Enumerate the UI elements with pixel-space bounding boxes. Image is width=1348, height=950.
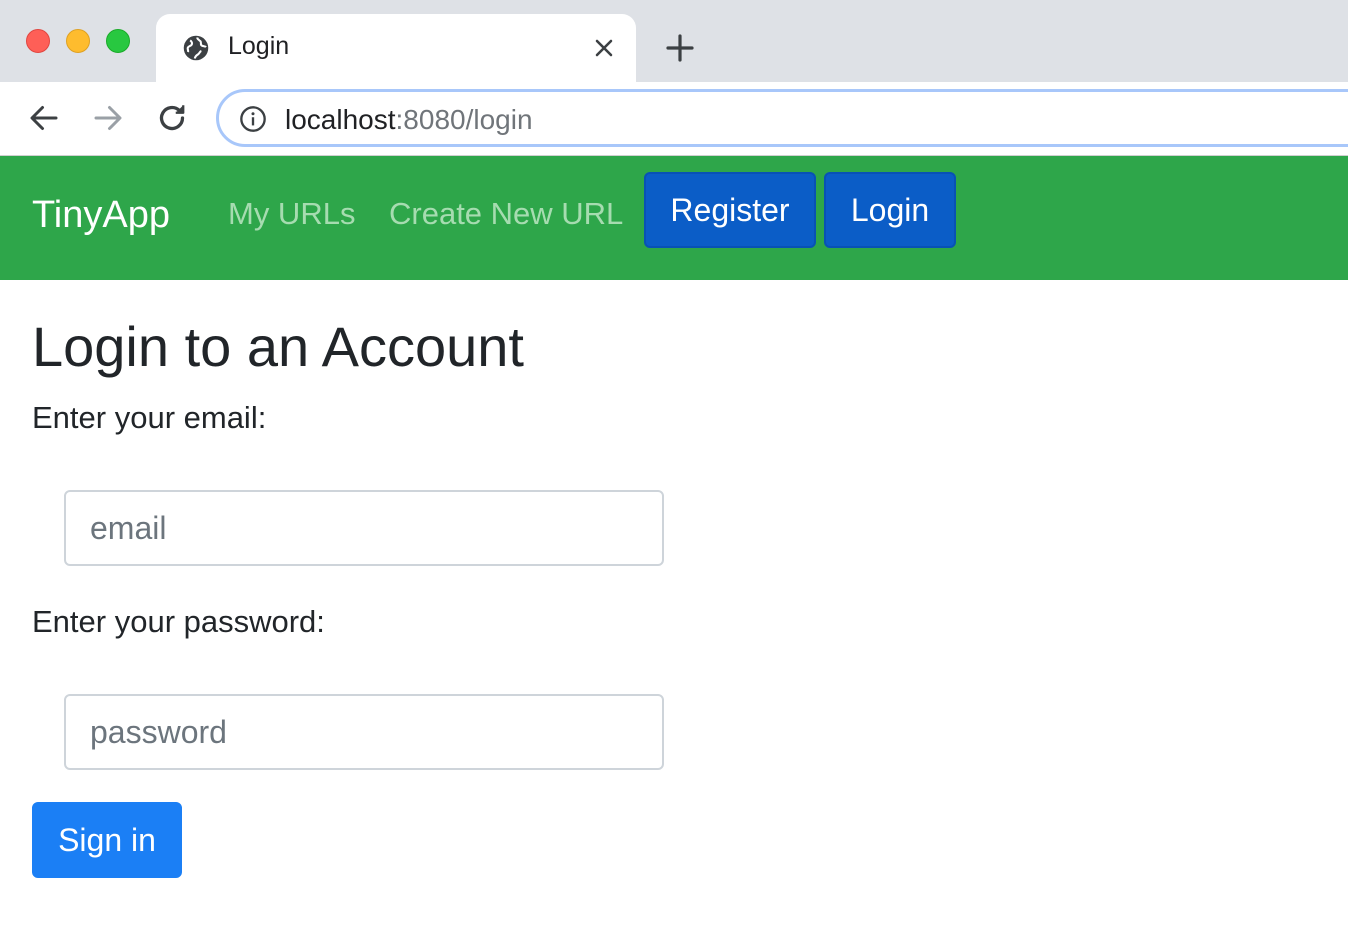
url-host: localhost xyxy=(285,104,396,135)
browser-tab-strip: Login xyxy=(0,0,1348,82)
window-minimize-button[interactable] xyxy=(66,29,90,53)
register-button[interactable]: Register xyxy=(644,172,816,248)
browser-tab[interactable]: Login xyxy=(156,14,636,82)
url-path: :8080/login xyxy=(395,104,533,135)
address-url[interactable]: localhost:8080/login xyxy=(285,104,533,136)
arrow-right-icon[interactable] xyxy=(90,100,126,136)
app-navbar: TinyApp My URLs Create New URL Register … xyxy=(0,156,1348,280)
arrow-left-icon[interactable] xyxy=(26,100,62,136)
brand-link[interactable]: TinyApp xyxy=(32,194,170,237)
plus-icon[interactable] xyxy=(664,32,696,64)
nav-link-create-new-url[interactable]: Create New URL xyxy=(389,196,623,232)
password-label: Enter your password: xyxy=(32,604,325,639)
close-icon[interactable] xyxy=(590,34,618,62)
window-close-button[interactable] xyxy=(26,29,50,53)
nav-link-my-urls[interactable]: My URLs xyxy=(228,196,355,232)
login-button[interactable]: Login xyxy=(824,172,956,248)
globe-icon xyxy=(182,34,210,62)
email-field[interactable] xyxy=(64,490,664,566)
email-label: Enter your email: xyxy=(32,400,267,435)
sign-in-button[interactable]: Sign in xyxy=(32,802,182,878)
browser-toolbar: localhost:8080/login xyxy=(0,82,1348,156)
address-bar[interactable]: localhost:8080/login xyxy=(216,89,1348,147)
page-title: Login to an Account xyxy=(32,315,524,378)
tab-title: Login xyxy=(228,32,290,60)
password-field[interactable] xyxy=(64,694,664,770)
info-icon[interactable] xyxy=(239,105,267,133)
window-zoom-button[interactable] xyxy=(106,29,130,53)
reload-icon[interactable] xyxy=(154,100,190,136)
